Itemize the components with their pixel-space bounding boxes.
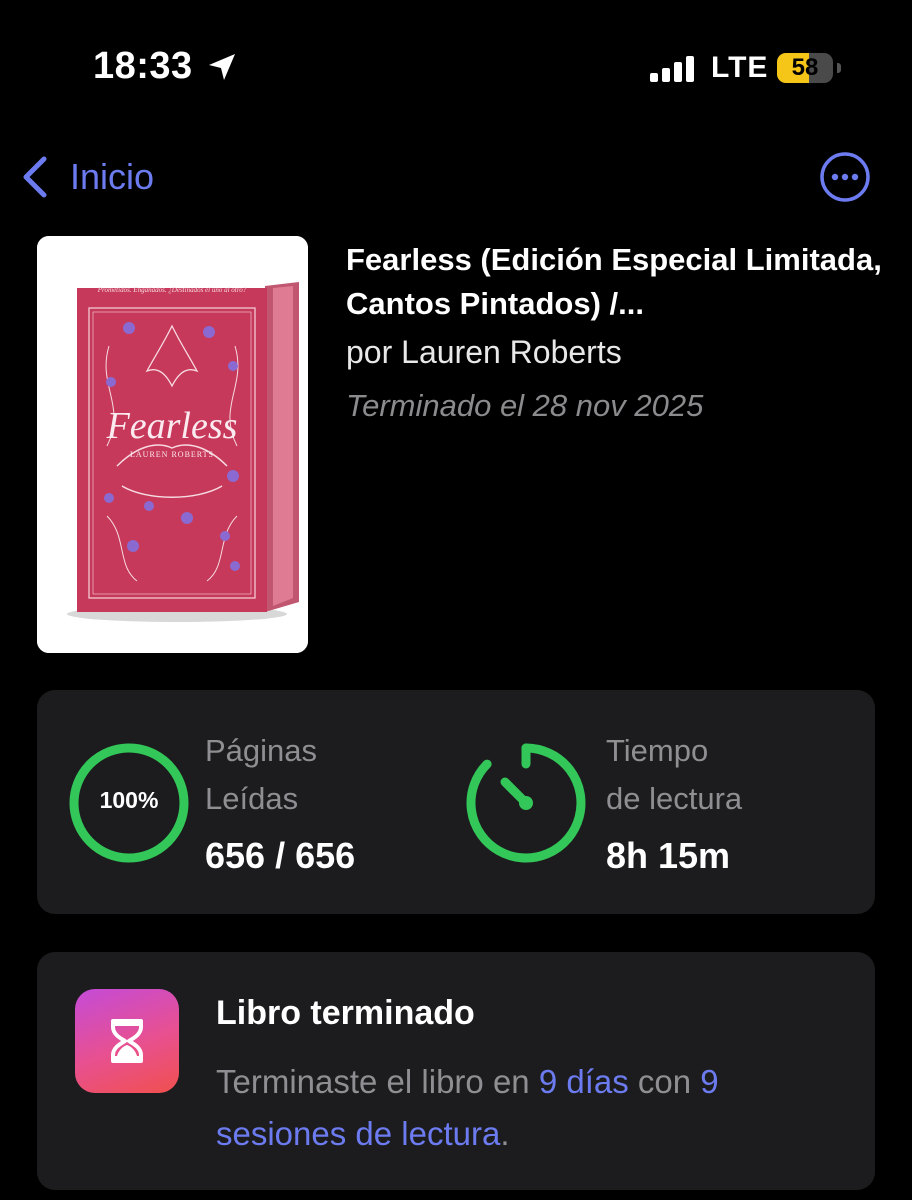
time-value: 8h 15m (606, 835, 731, 876)
pages-label-line2: Leídas (205, 781, 299, 816)
time-label-line2: de lectura (606, 781, 743, 816)
finished-date: Terminado el 28 nov 2025 (346, 388, 704, 423)
network-type: LTE (711, 51, 769, 84)
back-label: Inicio (70, 156, 155, 197)
pages-value: 656 / 656 (205, 835, 356, 876)
more-options-button[interactable] (819, 151, 871, 203)
finished-title: Libro terminado (216, 994, 475, 1032)
book-title: Fearless (Edición Especial Limitada, Can… (346, 242, 882, 321)
pages-percent: 100% (99, 787, 159, 813)
summary-text-after: . (500, 1115, 510, 1152)
book-author[interactable]: por Lauren Roberts (346, 334, 622, 371)
cover-tagline: Prometidos. Engañados. ¿Destinados el un… (97, 286, 247, 294)
chevron-left-icon (23, 156, 47, 198)
hourglass-tile (75, 989, 179, 1093)
timer-icon (466, 743, 586, 863)
cover-title: Fearless (106, 405, 238, 447)
book-cover[interactable]: Prometidos. Engañados. ¿Destinados el un… (37, 236, 308, 653)
days-count: 9 días (538, 1063, 629, 1100)
signal-strength-icon (650, 56, 694, 82)
summary-text-middle: con (628, 1063, 701, 1100)
hourglass-icon (111, 1019, 143, 1063)
status-bar: 18:33 LTE 58 (0, 0, 912, 130)
summary-text-before: Terminaste el libro en (216, 1063, 539, 1100)
battery-icon: 58 (777, 53, 841, 83)
pages-label-line1: Páginas (205, 733, 318, 768)
cover-author: LAUREN ROBERTS (130, 450, 214, 459)
time-label-line1: Tiempo (606, 733, 709, 768)
battery-percent: 58 (791, 54, 819, 81)
location-arrow-icon (209, 54, 235, 80)
back-button[interactable]: Inicio (18, 150, 154, 204)
finished-summary: Terminaste el libro en 9 días con 9 sesi… (216, 1056, 856, 1160)
status-time: 18:33 (93, 45, 193, 87)
